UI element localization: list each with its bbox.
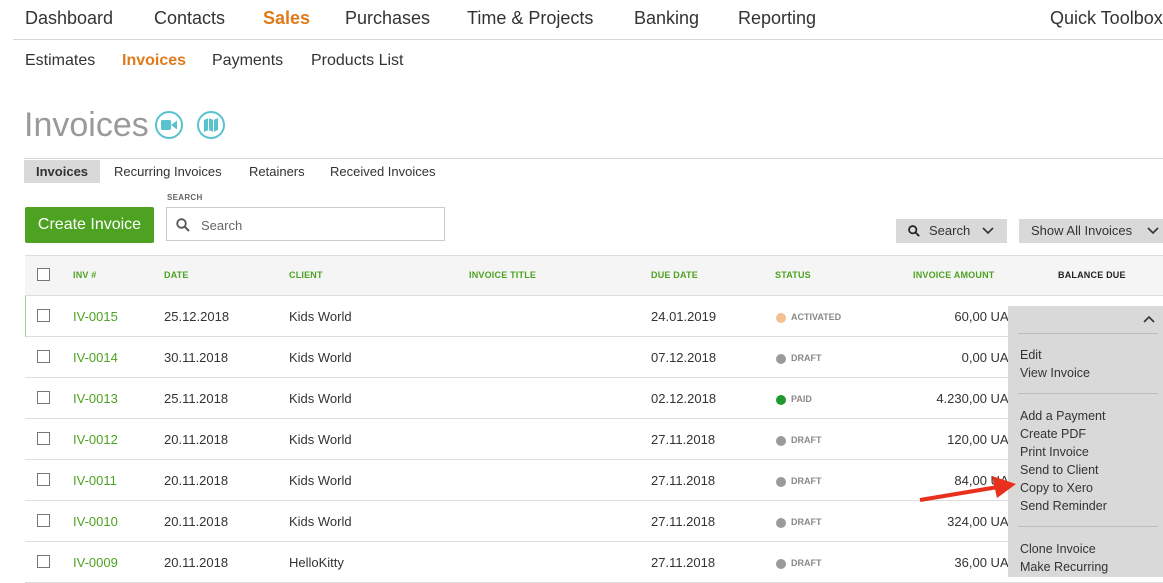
invoice-amount: 324,00 UAH [947, 514, 1018, 529]
nav-purchases[interactable]: Purchases [345, 8, 430, 29]
menu-send-reminder[interactable]: Send Reminder [1020, 499, 1107, 513]
col-invoice-amount[interactable]: INVOICE AMOUNT [913, 270, 994, 280]
invoice-amount: 60,00 UAH [954, 309, 1018, 324]
nav-quick-toolbox[interactable]: Quick Toolbox [1050, 8, 1163, 29]
invoice-amount: 0,00 UAH [961, 350, 1018, 365]
video-camera-icon [161, 120, 177, 130]
invoice-amount: 4.230,00 UAH [936, 391, 1018, 406]
nav-banking[interactable]: Banking [634, 8, 699, 29]
tab-invoices[interactable]: Invoices [24, 160, 101, 183]
subnav-products-list[interactable]: Products List [311, 52, 403, 70]
create-invoice-button[interactable]: Create Invoice [25, 207, 154, 243]
menu-copy-to-xero[interactable]: Copy to Xero [1020, 481, 1093, 495]
nav-sales[interactable]: Sales [263, 8, 310, 29]
menu-clone-invoice[interactable]: Clone Invoice [1020, 542, 1096, 556]
invoice-amount: 84,00 UAH [954, 473, 1018, 488]
col-due-date[interactable]: DUE DATE [651, 270, 698, 280]
col-invoice-title[interactable]: INVOICE TITLE [469, 270, 536, 280]
subnav-invoices[interactable]: Invoices [122, 52, 186, 70]
invoice-amount: 120,00 UAH [947, 432, 1018, 447]
search-icon [176, 218, 190, 232]
show-all-invoices-dropdown[interactable]: Show All Invoices [1019, 219, 1163, 243]
menu-divider [1018, 393, 1158, 394]
nav-dashboard[interactable]: Dashboard [25, 8, 113, 29]
chevron-up-icon[interactable] [1143, 315, 1155, 323]
guide-map-button[interactable] [197, 111, 225, 139]
search-label: SEARCH [167, 193, 203, 202]
video-tutorial-button[interactable] [155, 111, 183, 139]
annotation-arrow-icon [919, 476, 1016, 502]
tab-received-invoices[interactable]: Received Invoices [330, 160, 436, 183]
menu-add-payment[interactable]: Add a Payment [1020, 409, 1105, 423]
search-input[interactable] [199, 214, 433, 236]
menu-edit[interactable]: Edit [1020, 348, 1042, 362]
tab-recurring-invoices[interactable]: Recurring Invoices [114, 160, 222, 183]
col-date[interactable]: DATE [164, 270, 189, 280]
nav-reporting[interactable]: Reporting [738, 8, 816, 29]
menu-view-invoice[interactable]: View Invoice [1020, 366, 1090, 380]
search-button[interactable]: Search [896, 219, 1007, 243]
invoice-actions-menu: Edit View Invoice Add a Payment Create P… [1008, 306, 1163, 577]
col-status[interactable]: STATUS [775, 270, 811, 280]
nav-time-projects[interactable]: Time & Projects [467, 8, 593, 29]
col-balance-due[interactable]: BALANCE DUE [1058, 270, 1126, 280]
page-title: Invoices [24, 106, 149, 144]
tab-retainers[interactable]: Retainers [249, 160, 305, 183]
menu-make-recurring[interactable]: Make Recurring [1020, 560, 1108, 574]
subnav-estimates[interactable]: Estimates [25, 52, 95, 70]
select-all-checkbox[interactable] [37, 268, 50, 281]
search-field[interactable] [166, 207, 445, 241]
map-icon [204, 118, 218, 132]
search-icon [908, 225, 920, 237]
invoice-amount: 36,00 UAH [954, 555, 1018, 570]
tabs-divider [24, 158, 1163, 159]
menu-divider [1018, 526, 1158, 527]
menu-divider [1018, 333, 1158, 334]
nav-contacts[interactable]: Contacts [154, 8, 225, 29]
subnav-payments[interactable]: Payments [212, 52, 283, 70]
chevron-down-icon [982, 227, 994, 235]
menu-create-pdf[interactable]: Create PDF [1020, 427, 1086, 441]
filter-label: Show All Invoices [1031, 223, 1133, 238]
col-inv[interactable]: INV # [73, 270, 97, 280]
chevron-down-icon [1147, 227, 1159, 235]
nav-divider [13, 39, 1163, 40]
menu-print-invoice[interactable]: Print Invoice [1020, 445, 1089, 459]
search-button-label: Search [929, 223, 971, 238]
col-client[interactable]: CLIENT [289, 270, 323, 280]
menu-send-to-client[interactable]: Send to Client [1020, 463, 1099, 477]
